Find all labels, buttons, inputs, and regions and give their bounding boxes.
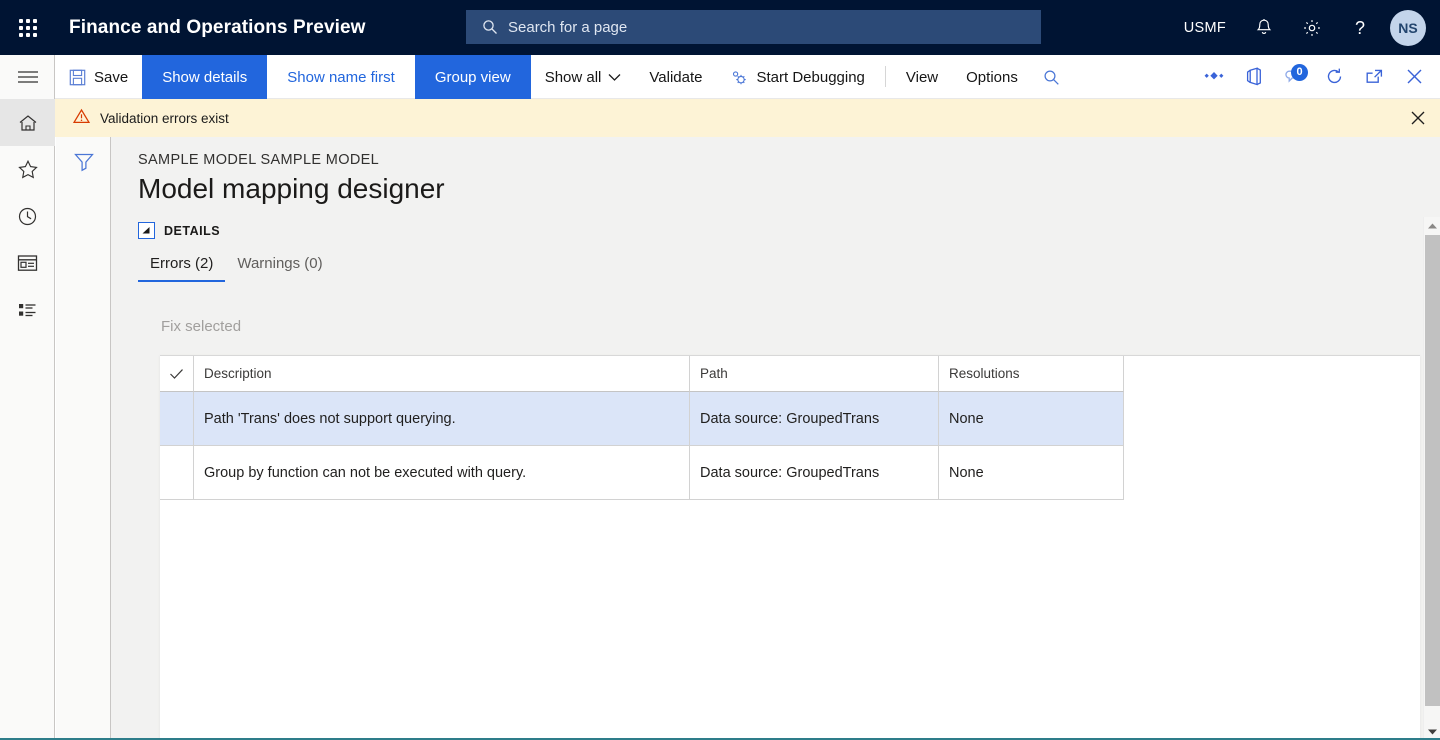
start-debugging-button[interactable]: Start Debugging	[716, 55, 878, 99]
filter-funnel-icon[interactable]	[56, 137, 111, 185]
save-button[interactable]: Save	[55, 55, 142, 99]
fix-selected-button[interactable]: Fix selected	[161, 318, 241, 335]
show-details-button[interactable]: Show details	[142, 55, 267, 99]
grid-header-select-all[interactable]	[160, 356, 194, 392]
command-bar-right-icons: 0	[1194, 55, 1440, 98]
message-bar-close-icon[interactable]	[1396, 99, 1440, 137]
row-resolutions-cell: None	[939, 446, 1124, 500]
chat-badge-count: 0	[1291, 64, 1308, 81]
row-select-cell[interactable]	[160, 392, 194, 446]
grid-header-description[interactable]: Description	[194, 356, 690, 392]
grid-header-path[interactable]: Path	[690, 356, 939, 392]
view-menu-button[interactable]: View	[892, 55, 952, 99]
left-navigation-rail	[0, 55, 55, 740]
question-mark-icon[interactable]: ?	[1336, 0, 1384, 55]
row-description-cell: Path 'Trans' does not support querying.	[194, 392, 690, 446]
row-path-cell: Data source: GroupedTrans	[690, 392, 939, 446]
show-details-label: Show details	[162, 69, 247, 86]
collapse-triangle-icon[interactable]	[138, 222, 155, 239]
row-resolutions-cell: None	[939, 392, 1124, 446]
grid-header-row: Description Path Resolutions	[160, 356, 1420, 392]
gear-icon[interactable]	[1288, 0, 1336, 55]
chevron-down-icon	[608, 73, 621, 82]
waffle-grid-icon[interactable]	[0, 0, 55, 55]
refresh-icon[interactable]	[1314, 55, 1354, 99]
sidebar-item-workspaces[interactable]	[0, 240, 55, 287]
breadcrumb: SAMPLE MODEL SAMPLE MODEL	[138, 152, 379, 168]
filter-rail	[56, 137, 111, 740]
close-icon[interactable]	[1394, 55, 1434, 99]
office-app-icon[interactable]	[1234, 55, 1274, 99]
warning-triangle-icon	[73, 108, 90, 129]
sidebar-item-recent[interactable]	[0, 193, 55, 240]
options-menu-button[interactable]: Options	[952, 55, 1032, 99]
show-all-dropdown[interactable]: Show all	[531, 55, 636, 99]
view-label: View	[906, 69, 938, 86]
page-title: Model mapping designer	[138, 173, 445, 205]
validation-message-bar: Validation errors exist	[55, 99, 1440, 137]
vertical-scrollbar[interactable]	[1423, 217, 1440, 740]
hamburger-menu-icon[interactable]	[0, 55, 55, 99]
table-row[interactable]: Group by function can not be executed wi…	[160, 446, 1420, 500]
command-search-icon[interactable]	[1032, 55, 1072, 99]
open-in-new-window-icon[interactable]	[1354, 55, 1394, 99]
validate-button[interactable]: Validate	[635, 55, 716, 99]
grid-body: Path 'Trans' does not support querying. …	[160, 392, 1420, 500]
sidebar-item-home[interactable]	[0, 99, 55, 146]
show-all-label: Show all	[545, 69, 602, 86]
tab-errors-label: Errors (2)	[150, 255, 213, 272]
chat-feedback-icon[interactable]: 0	[1274, 55, 1314, 99]
search-input[interactable]	[508, 19, 1008, 36]
start-debugging-label: Start Debugging	[756, 69, 864, 86]
group-view-button[interactable]: Group view	[415, 55, 531, 99]
scroll-up-arrow-icon[interactable]	[1424, 217, 1440, 234]
row-description-cell: Group by function can not be executed wi…	[194, 446, 690, 500]
show-name-first-label: Show name first	[287, 69, 395, 86]
command-separator	[885, 66, 886, 87]
app-window: Finance and Operations Preview USMF ? NS	[0, 0, 1440, 740]
options-label: Options	[966, 69, 1018, 86]
tab-errors[interactable]: Errors (2)	[138, 255, 225, 282]
details-section-header[interactable]: DETAILS	[138, 222, 220, 239]
app-title: Finance and Operations Preview	[69, 17, 366, 39]
top-navigation-bar: Finance and Operations Preview USMF ? NS	[0, 0, 1440, 55]
row-path-cell: Data source: GroupedTrans	[690, 446, 939, 500]
errors-grid: Description Path Resolutions Path 'Trans…	[160, 355, 1420, 740]
company-code[interactable]: USMF	[1170, 20, 1240, 36]
tab-warnings-label: Warnings (0)	[237, 255, 322, 272]
search-icon	[482, 19, 498, 35]
save-button-label: Save	[94, 69, 128, 86]
debug-gears-icon	[730, 69, 748, 86]
sidebar-item-favorites[interactable]	[0, 146, 55, 193]
group-view-label: Group view	[435, 69, 511, 86]
show-name-first-button[interactable]: Show name first	[267, 55, 415, 99]
scrollbar-thumb[interactable]	[1425, 235, 1440, 706]
save-disk-icon	[69, 69, 86, 86]
tab-warnings[interactable]: Warnings (0)	[225, 255, 334, 282]
details-tabs: Errors (2) Warnings (0)	[138, 255, 335, 282]
command-bar: Save Show details Show name first Group …	[55, 55, 1440, 99]
sidebar-item-modules[interactable]	[0, 287, 55, 334]
bell-icon[interactable]	[1240, 0, 1288, 55]
grid-header-resolutions[interactable]: Resolutions	[939, 356, 1124, 392]
validation-message-text: Validation errors exist	[100, 111, 229, 126]
validate-label: Validate	[649, 69, 702, 86]
global-search-box[interactable]	[466, 10, 1041, 44]
main-content-area: SAMPLE MODEL SAMPLE MODEL Model mapping …	[111, 137, 1440, 740]
top-bar-right-cluster: USMF ? NS	[1170, 0, 1440, 55]
row-select-cell[interactable]	[160, 446, 194, 500]
table-row[interactable]: Path 'Trans' does not support querying. …	[160, 392, 1420, 446]
svg-text:?: ?	[1355, 18, 1365, 38]
details-section-label: DETAILS	[164, 224, 220, 238]
avatar[interactable]: NS	[1390, 10, 1426, 46]
personalize-diamond-icon[interactable]	[1194, 55, 1234, 99]
